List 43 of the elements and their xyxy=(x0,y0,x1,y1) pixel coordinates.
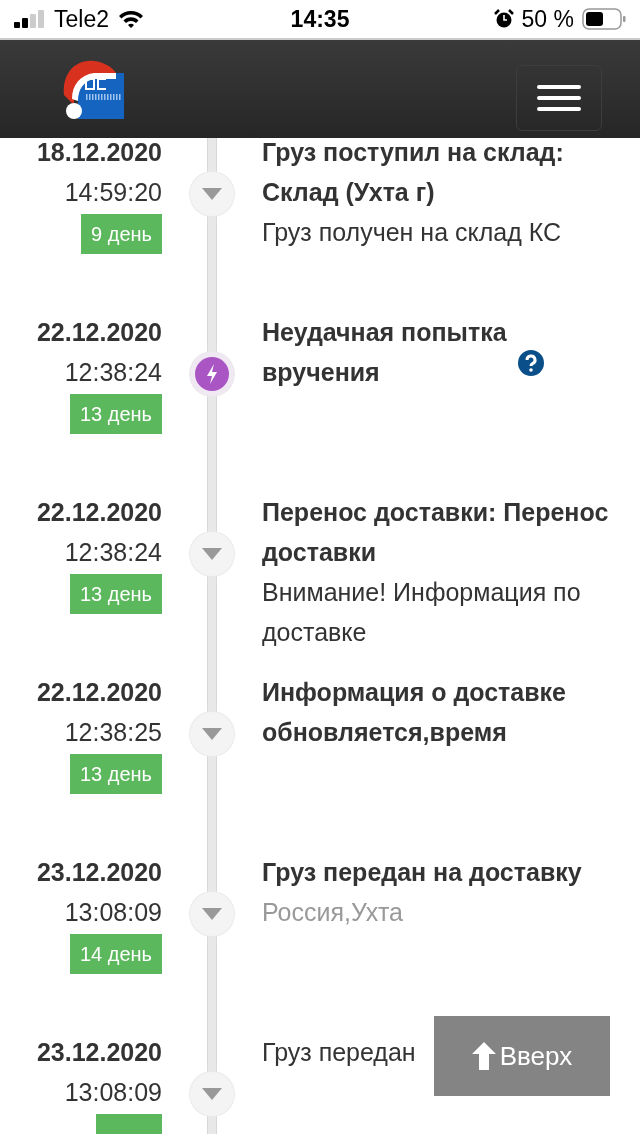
event-date: 22.12.2020 xyxy=(36,317,162,348)
day-badge: 13 день xyxy=(69,754,162,794)
caret-icon xyxy=(202,908,222,920)
day-badge: 14 день xyxy=(69,934,162,974)
menu-button[interactable] xyxy=(516,65,602,131)
event-time: 13:08:09 xyxy=(64,1077,162,1108)
battery-percent: 50 % xyxy=(521,5,574,33)
day-badge: 13 день xyxy=(69,394,162,434)
caret-icon xyxy=(202,728,222,740)
event-location: Россия,Ухта xyxy=(262,897,403,928)
event-description: Груз получен на склад КС xyxy=(262,217,562,248)
event-date: 23.12.2020 xyxy=(36,857,162,888)
event-time: 14:59:20 xyxy=(64,177,162,208)
event-description: Груз передан xyxy=(262,1037,416,1068)
menu-icon xyxy=(537,84,581,112)
event-date: 22.12.2020 xyxy=(36,677,162,708)
battery-icon xyxy=(582,8,626,30)
event-date: 18.12.2020 xyxy=(36,138,162,168)
caret-icon xyxy=(202,548,222,560)
event-time: 12:38:25 xyxy=(64,717,162,748)
event-title: Информация о доставке обновляется,время xyxy=(262,678,567,746)
event-title: Груз передан на доставку xyxy=(262,858,582,886)
clock-time: 14:35 xyxy=(290,5,350,33)
caret-icon xyxy=(202,188,222,200)
event-title: Неудачная попытка вручения xyxy=(262,317,508,388)
help-icon[interactable] xyxy=(518,350,544,376)
arrow-up-icon xyxy=(471,1042,496,1070)
event-time: 12:38:24 xyxy=(64,357,162,388)
event-title: Груз поступил на склад: Склад (Ухта г) xyxy=(262,138,564,206)
event-time: 13:08:09 xyxy=(64,897,162,928)
alarm-icon xyxy=(493,9,514,29)
caret-icon xyxy=(202,1088,222,1100)
event-date: 23.12.2020 xyxy=(36,1037,162,1068)
day-badge: 13 день xyxy=(69,574,162,614)
event-description: Внимание! Информация по доставке xyxy=(262,577,582,648)
event-title: Перенос доставки: Перенос доставки xyxy=(262,498,609,566)
day-badge: 9 день xyxy=(81,214,162,254)
event-date: 22.12.2020 xyxy=(36,497,162,528)
carrier-name: Tele2 xyxy=(54,5,109,33)
signal-icon xyxy=(14,10,46,28)
wifi-icon xyxy=(117,9,145,29)
event-time: 12:38:24 xyxy=(64,537,162,568)
scroll-top-button[interactable]: Вверх xyxy=(434,1016,610,1096)
